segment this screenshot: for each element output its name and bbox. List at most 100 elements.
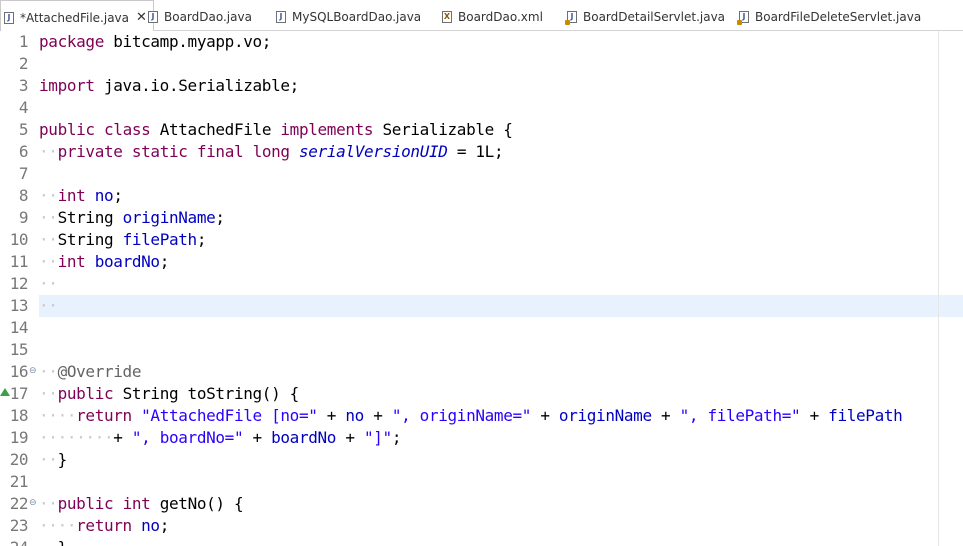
line-number: 23 xyxy=(9,516,29,535)
code-token: long xyxy=(252,142,290,161)
code-line[interactable]: 10 ··String filePath; xyxy=(0,229,963,251)
code-line[interactable]: 9 ··String originName; xyxy=(0,207,963,229)
code-line[interactable]: 12 ·· xyxy=(0,273,963,295)
code-token: ·· xyxy=(39,362,58,381)
code-token: @Override xyxy=(57,362,142,381)
line-number: 19 xyxy=(9,428,29,447)
java-file-icon: J xyxy=(148,10,158,23)
code-token: public xyxy=(39,120,95,139)
code-line[interactable]: 8 ··int no; xyxy=(0,185,963,207)
java-file-icon: J xyxy=(565,10,577,25)
code-token: return xyxy=(76,516,132,535)
code-token: + xyxy=(113,428,132,447)
code-line[interactable]: 16 ⊖ ··@Override xyxy=(0,361,963,383)
code-line[interactable]: 17 ··public String toString() { xyxy=(0,383,963,405)
code-token: getNo() { xyxy=(150,494,244,513)
code-line[interactable]: 15 xyxy=(0,339,963,361)
code-token: implements xyxy=(280,120,374,139)
fold-toggle-icon[interactable]: ⊖ xyxy=(29,366,37,377)
code-text: ········+ ", boardNo=" + boardNo + "]"; xyxy=(39,427,401,449)
code-token: originName xyxy=(122,208,216,227)
code-token: ·· xyxy=(39,230,58,249)
code-line[interactable]: 4 xyxy=(0,97,963,119)
close-icon[interactable]: ✕ xyxy=(136,1,147,35)
code-token: ", originName=" xyxy=(391,406,532,425)
code-editor[interactable]: 1 package bitcamp.myapp.vo; 2 3 import java.… xyxy=(0,31,963,546)
code-token: int xyxy=(57,186,86,205)
code-text: ··String filePath; xyxy=(39,229,206,251)
code-token: } xyxy=(58,538,68,546)
code-line[interactable]: 23 ····return no; xyxy=(0,515,963,537)
code-token: int xyxy=(57,252,86,271)
code-token: int xyxy=(122,494,151,513)
line-number: 9 xyxy=(18,208,29,227)
line-number: 1 xyxy=(18,32,29,51)
code-token: ; xyxy=(391,428,402,447)
line-number: 22 xyxy=(9,494,29,513)
code-token: originName xyxy=(558,406,652,425)
tab-attachedfile-java[interactable]: J *AttachedFile.java ✕ xyxy=(0,0,154,31)
code-token: String xyxy=(57,230,123,249)
code-text: ··@Override xyxy=(39,361,141,383)
code-line[interactable]: 14 xyxy=(0,317,963,339)
code-token: ·· xyxy=(39,450,58,469)
line-number: 3 xyxy=(18,76,29,95)
code-line[interactable]: 24 ··} xyxy=(0,537,963,546)
code-token: + xyxy=(317,406,346,425)
code-line[interactable]: 20 ··} xyxy=(0,449,963,471)
xml-file-icon: X xyxy=(442,10,452,23)
line-number: 13 xyxy=(9,296,29,315)
tab-mysqlboarddao-java[interactable]: J MySQLBoardDao.java xyxy=(276,0,421,31)
code-line[interactable]: 5 public class AttachedFile implements Se… xyxy=(0,119,963,141)
code-text: ··int boardNo; xyxy=(39,251,169,273)
code-line[interactable]: 22 ⊖ ··public int getNo() { xyxy=(0,493,963,515)
code-token: no xyxy=(94,186,114,205)
code-token: ·· xyxy=(39,384,58,403)
code-token: boardNo xyxy=(94,252,160,271)
code-line[interactable]: 21 xyxy=(0,471,963,493)
line-number: 18 xyxy=(9,406,29,425)
fold-toggle-icon[interactable]: ⊖ xyxy=(29,498,37,509)
code-line[interactable]: 3 import java.io.Serializable; xyxy=(0,75,963,97)
tab-boarddao-xml[interactable]: X BoardDao.xml xyxy=(442,0,543,31)
line-number: 4 xyxy=(18,98,29,117)
code-line[interactable]: 7 xyxy=(0,163,963,185)
code-token: ···· xyxy=(39,516,77,535)
tab-label: BoardFileDeleteServlet.java xyxy=(755,10,922,24)
override-marker-icon[interactable] xyxy=(0,388,10,396)
code-token: ; xyxy=(159,516,170,535)
code-token: + xyxy=(243,428,272,447)
code-line[interactable]: 1 package bitcamp.myapp.vo; xyxy=(0,31,963,53)
line-number: 12 xyxy=(9,274,29,293)
editor-right-margin xyxy=(938,31,939,546)
code-text: ·· xyxy=(39,295,58,317)
code-token: } xyxy=(57,450,68,469)
code-token: boardNo xyxy=(271,428,337,447)
tab-boardfiledeleteservlet-java[interactable]: J BoardFileDeleteServlet.java xyxy=(737,0,922,31)
code-token: no xyxy=(141,516,160,535)
java-file-icon: J xyxy=(276,10,286,23)
code-token: ; xyxy=(159,252,170,271)
code-line[interactable]: 11 ··int boardNo; xyxy=(0,251,963,273)
code-token: ·· xyxy=(39,494,58,513)
code-text: ····return no; xyxy=(39,515,169,537)
tab-boarddetailservlet-java[interactable]: J BoardDetailServlet.java xyxy=(565,0,725,31)
line-number: 16 xyxy=(9,362,29,381)
code-line[interactable]: 19 ········+ ", boardNo=" + boardNo + "]"… xyxy=(0,427,963,449)
code-line[interactable]: 13 ·· xyxy=(0,295,963,317)
java-file-icon: J xyxy=(737,10,749,25)
code-text: ··} xyxy=(39,449,67,471)
code-token: ···· xyxy=(39,406,77,425)
code-token: import xyxy=(39,76,95,95)
code-line[interactable]: 2 xyxy=(0,53,963,75)
code-token: ·· xyxy=(39,208,58,227)
code-token: + xyxy=(531,406,559,425)
code-token: package xyxy=(39,32,104,51)
tab-boarddao-java[interactable]: J BoardDao.java xyxy=(148,0,252,31)
code-line[interactable]: 18 ····return "AttachedFile [no=" + no + … xyxy=(0,405,963,427)
code-line[interactable]: 6 ··private static final long serialVersi… xyxy=(0,141,963,163)
